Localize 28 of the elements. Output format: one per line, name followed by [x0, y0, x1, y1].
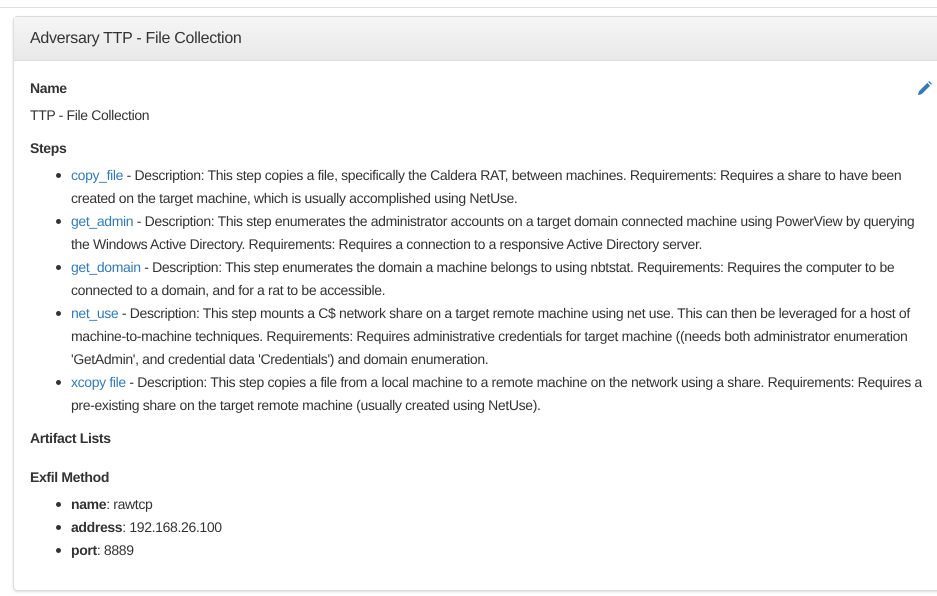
step-link[interactable]: net_use [71, 305, 118, 321]
step-link[interactable]: xcopy file [71, 374, 126, 390]
section-heading: Artifact Lists [30, 430, 111, 446]
exfil-property: name: rawtcp [71, 495, 154, 514]
section-heading: Steps [30, 140, 66, 156]
step-link[interactable]: get_domain [71, 259, 141, 275]
step-description: get_domain - Description: This step enumerates the domain a machine belongs to using nbtstat. Requirements: Requires the computer to be connected to a domain, and for a rat to be accessible. [71, 258, 896, 300]
step-link[interactable]: copy_file [71, 167, 124, 183]
bullet-icon [56, 525, 61, 530]
step-description: net_use - Description: This step mounts a C$ network share on a target remote machine using net use. This can then be leveraged for a host of machine-to-machine techniques. Requirements: Requires administrative credentials for target machine ((needs both administrator enumeration 'GetAdmin', and credential data 'Credentials') and domain enumeration. [71, 304, 912, 369]
bullet-icon [56, 265, 61, 270]
bullet-icon [56, 311, 61, 316]
section-heading: Exfil Method [30, 469, 110, 485]
edit-icon[interactable] [917, 81, 932, 96]
exfil-property: address: 192.168.26.100 [71, 518, 223, 537]
bullet-icon [56, 219, 61, 224]
step-description: copy_file - Description: This step copies a file, specifically the Caldera RAT, between machines. Requirements: Requires a share to have been created on the target machine, which is usually accomplished using NetUse. [71, 166, 902, 208]
section-heading: Name [30, 79, 67, 98]
step-link[interactable]: get_admin [71, 213, 134, 229]
bullet-icon [56, 173, 61, 178]
step-description: get_admin - Description: This step enumerates the administrator accounts on a target domain connected machine using PowerView by querying the Windows Active Directory. Requirements: Requires a connection to a responsive Active Directory server. [71, 212, 916, 254]
bullet-icon [56, 548, 61, 553]
exfil-property: port: 8889 [71, 541, 135, 560]
bullet-icon [56, 502, 61, 507]
bullet-icon [56, 380, 61, 385]
name-value: TTP - File Collection [30, 107, 150, 123]
panel-title: Adversary TTP - File Collection [30, 28, 242, 48]
step-description: xcopy file - Description: This step copies a file from a local machine to a remote machine on the network using a share. Requirements: Requires a pre-existing share on the target remote machine (usually created using NetUse). [71, 373, 924, 415]
